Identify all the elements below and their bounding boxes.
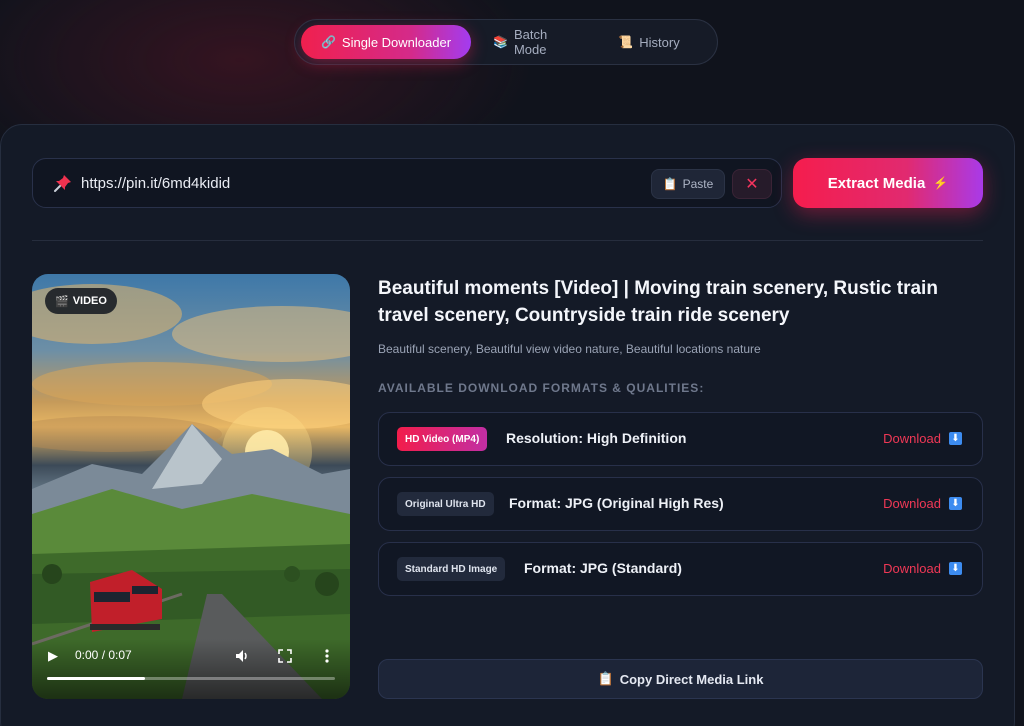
download-link[interactable]: Download ⬇ <box>883 496 962 511</box>
download-label: Download <box>883 561 941 576</box>
url-input-wrapper: 📋 Paste ✕ <box>32 158 782 208</box>
format-label: Format: JPG (Original High Res) <box>509 495 724 511</box>
format-row: HD Video (MP4) Resolution: High Definiti… <box>378 412 983 466</box>
link-icon: 🔗 <box>320 35 336 49</box>
fullscreen-icon[interactable] <box>278 649 292 663</box>
format-label: Resolution: High Definition <box>506 430 687 446</box>
formats-heading: AVAILABLE DOWNLOAD FORMATS & QUALITIES: <box>378 381 705 395</box>
lightning-icon: ⚡ <box>933 176 949 190</box>
time-display: 0:00 / 0:07 <box>75 648 132 662</box>
media-description: Beautiful scenery, Beautiful view video … <box>378 342 761 356</box>
tab-label: Batch Mode <box>513 27 548 57</box>
video-progress-bar[interactable] <box>47 677 335 680</box>
tab-batch-mode[interactable]: 📚 Batch Mode <box>475 25 593 59</box>
clipboard-icon: 📋 <box>662 177 678 191</box>
badge-label: VIDEO <box>72 295 107 307</box>
paste-label: Paste <box>682 177 714 191</box>
divider <box>32 240 983 241</box>
tab-single-downloader[interactable]: 🔗 Single Downloader <box>301 25 471 59</box>
clapper-icon: 🎬 <box>55 295 69 308</box>
url-input[interactable] <box>81 159 621 207</box>
media-type-badge: 🎬 VIDEO <box>45 288 117 314</box>
close-icon: ✕ <box>745 176 759 193</box>
format-badge: Standard HD Image <box>397 557 506 581</box>
more-options-icon[interactable] <box>324 648 330 664</box>
downloader-card: 📋 Paste ✕ Extract Media ⚡ <box>0 124 1015 726</box>
scroll-icon: 📜 <box>618 35 634 49</box>
clear-button[interactable]: ✕ <box>732 169 772 199</box>
pushpin-icon <box>54 175 71 192</box>
video-preview[interactable]: 🎬 VIDEO ▶ 0:00 / 0:07 <box>32 274 350 699</box>
copy-direct-link-button[interactable]: 📋 Copy Direct Media Link <box>378 659 983 699</box>
tab-history[interactable]: 📜 History <box>597 25 701 59</box>
media-title: Beautiful moments [Video] | Moving train… <box>378 278 938 326</box>
paste-button[interactable]: 📋 Paste <box>651 169 725 199</box>
format-label: Format: JPG (Standard) <box>524 560 682 576</box>
format-row: Standard HD Image Format: JPG (Standard)… <box>378 542 983 596</box>
play-icon[interactable]: ▶ <box>48 648 58 664</box>
video-progress-fill <box>47 677 145 680</box>
volume-icon[interactable] <box>234 648 250 664</box>
download-link[interactable]: Download ⬇ <box>883 561 962 576</box>
download-label: Download <box>883 431 941 446</box>
format-row: Original Ultra HD Format: JPG (Original … <box>378 477 983 531</box>
copy-link-label: Copy Direct Media Link <box>619 671 764 687</box>
download-arrow-icon: ⬇ <box>949 562 962 575</box>
extract-label: Extract Media <box>827 174 926 192</box>
format-badge: Original Ultra HD <box>397 492 494 516</box>
clipboard-icon: 📋 <box>597 671 614 686</box>
download-arrow-icon: ⬇ <box>949 432 962 445</box>
tab-label: Single Downloader <box>341 34 452 50</box>
stack-icon: 📚 <box>493 35 508 49</box>
download-link[interactable]: Download ⬇ <box>883 431 962 446</box>
tab-label: History <box>639 34 680 50</box>
extract-media-button[interactable]: Extract Media ⚡ <box>793 158 983 208</box>
scene-thumbnail <box>32 284 350 699</box>
download-arrow-icon: ⬇ <box>949 497 962 510</box>
format-badge: HD Video (MP4) <box>397 427 488 451</box>
download-label: Download <box>883 496 941 511</box>
mode-tabs: 🔗 Single Downloader 📚 Batch Mode 📜 Histo… <box>294 19 718 65</box>
